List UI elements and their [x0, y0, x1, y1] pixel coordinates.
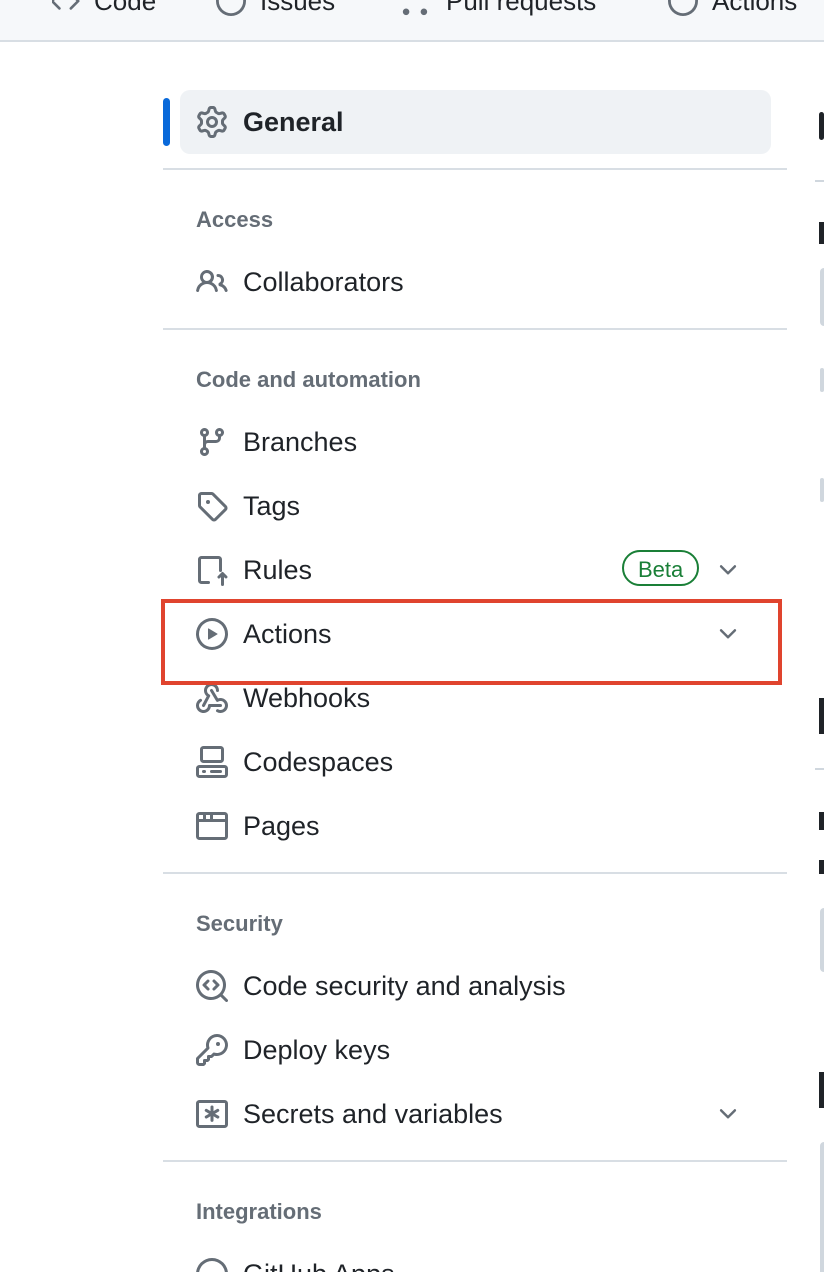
sidebar-item-pages[interactable]: Pages — [180, 798, 771, 854]
sidebar-item-github-apps[interactable]: GitHub Apps — [180, 1246, 771, 1272]
tab-code-label: Code — [94, 0, 157, 16]
key-icon — [195, 1033, 229, 1067]
tab-code[interactable]: Code — [52, 0, 156, 16]
sidebar-item-actions[interactable]: Actions — [180, 606, 771, 662]
sidebar-item-label: Deploy keys — [243, 1035, 391, 1065]
rules-icon — [195, 553, 229, 587]
sidebar-item-webhooks[interactable]: Webhooks — [180, 670, 771, 726]
sidebar-item-label: Codespaces — [243, 747, 394, 777]
main-content-edge — [815, 40, 824, 1272]
sidebar-item-label: Collaborators — [243, 267, 404, 297]
play-icon — [668, 0, 698, 16]
gear-icon — [195, 105, 229, 139]
sidebar-item-secrets-variables[interactable]: Secrets and variables — [180, 1086, 771, 1142]
people-icon — [195, 265, 229, 299]
active-indicator — [163, 98, 170, 146]
sidebar-item-code-security[interactable]: Code security and analysis — [180, 958, 771, 1014]
tab-pull-requests[interactable]: Pull requests — [398, 0, 596, 16]
asterisk-icon — [195, 1097, 229, 1131]
beta-badge: Beta — [622, 550, 700, 586]
issue-icon — [216, 0, 246, 16]
tag-icon — [195, 489, 229, 523]
chevron-down-icon[interactable] — [715, 1101, 741, 1127]
sidebar-item-general[interactable]: General — [180, 90, 771, 154]
section-heading-access: Access — [196, 207, 274, 232]
sidebar-item-collaborators[interactable]: Collaborators — [180, 254, 771, 310]
sidebar-item-codespaces[interactable]: Codespaces — [180, 734, 771, 790]
branch-icon — [195, 425, 229, 459]
sidebar-divider — [163, 1160, 787, 1162]
webhook-icon — [195, 681, 229, 715]
sidebar-item-branches[interactable]: Branches — [180, 414, 771, 470]
tab-issues-label: Issues — [260, 0, 336, 16]
sidebar-divider — [163, 328, 787, 330]
tab-actions[interactable]: Actions — [668, 0, 797, 16]
sidebar-item-label: Code security and analysis — [243, 971, 566, 1001]
section-heading-integrations: Integrations — [196, 1199, 322, 1224]
repo-nav: Code Issues Pull requests Actions — [0, 0, 824, 42]
sidebar-item-label: GitHub Apps — [243, 1257, 395, 1272]
apps-icon — [195, 1257, 229, 1272]
sidebar-item-rules[interactable]: Rules Beta — [180, 542, 771, 598]
pull-request-icon — [402, 8, 428, 16]
section-heading-code-automation: Code and automation — [196, 367, 421, 392]
sidebar-item-tags[interactable]: Tags — [180, 478, 771, 534]
tab-pull-requests-label: Pull requests — [446, 0, 597, 16]
sidebar-item-label: Secrets and variables — [243, 1099, 503, 1129]
sidebar-item-general-label: General — [243, 107, 344, 137]
sidebar-item-deploy-keys[interactable]: Deploy keys — [180, 1022, 771, 1078]
chevron-down-icon[interactable] — [715, 557, 741, 583]
tab-actions-label: Actions — [712, 0, 798, 16]
sidebar-divider — [163, 168, 787, 170]
sidebar-item-label: Pages — [243, 811, 320, 841]
sidebar-item-label: Branches — [243, 427, 358, 457]
sidebar-item-label: Rules — [243, 555, 313, 585]
code-icon — [52, 0, 80, 10]
tab-issues[interactable]: Issues — [216, 0, 335, 16]
sidebar-item-label: Tags — [243, 491, 301, 521]
codescan-icon — [195, 969, 229, 1003]
section-heading-security: Security — [196, 911, 283, 936]
codespaces-icon — [195, 745, 229, 779]
browser-icon — [195, 809, 229, 843]
chevron-down-icon[interactable] — [715, 621, 741, 647]
sidebar-item-label: Webhooks — [243, 683, 371, 713]
sidebar-divider — [163, 872, 787, 874]
sidebar-item-label: Actions — [243, 619, 332, 649]
play-icon — [195, 617, 229, 651]
